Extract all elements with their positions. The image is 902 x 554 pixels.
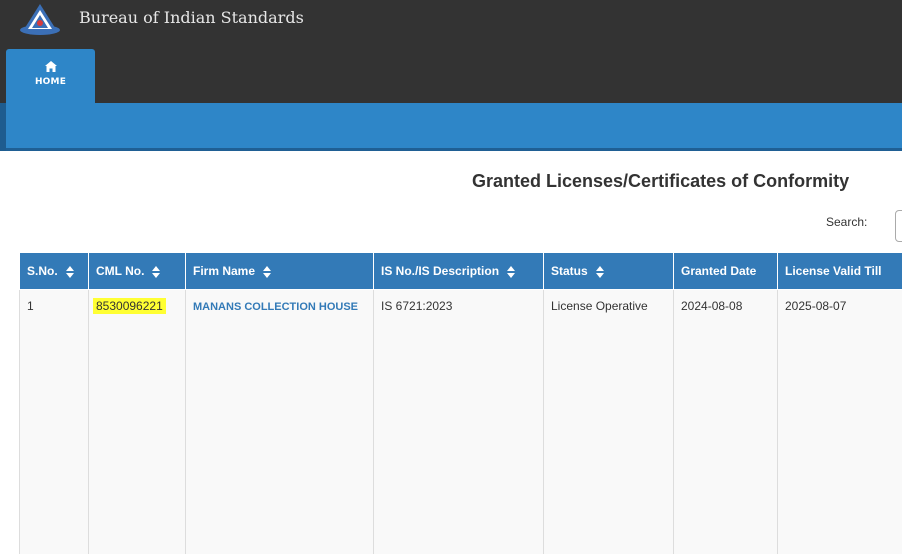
column-header-status[interactable]: Status [544,253,674,290]
firm-name-link[interactable]: MANANS COLLECTION HOUSE [193,301,358,313]
org-name: Bureau of Indian Standards [79,8,304,27]
sort-icon[interactable] [263,266,271,278]
sort-icon[interactable] [66,266,74,278]
column-header-label: CML No. [96,264,144,278]
cml-number-highlight: 8530096221 [93,298,166,314]
column-header-label: License Valid Till [785,264,882,278]
sort-icon[interactable] [596,266,604,278]
sort-icon[interactable] [152,266,160,278]
cell-granted-date: 2024-08-08 [674,290,778,554]
column-header-granted-date: Granted Date [674,253,778,290]
cell-is-no: IS 6721:2023 [374,290,544,554]
top-header-bar: Bureau of Indian Standards HOME [0,0,902,103]
nav-bar [6,103,902,151]
cell-cml-no: 8530096221 [89,290,186,554]
licenses-table: S.No. CML No. Firm Name IS No./IS Descri… [19,252,902,554]
column-header-firm-name[interactable]: Firm Name [186,253,374,290]
cell-firm-name: MANANS COLLECTION HOUSE [186,290,374,554]
column-header-label: Granted Date [681,264,756,278]
column-header-label: Status [551,264,588,278]
page-title: Granted Licenses/Certificates of Conform… [472,171,849,192]
cell-status: License Operative [544,290,674,554]
column-header-is-no[interactable]: IS No./IS Description [374,253,544,290]
nav-home-label: HOME [6,77,95,87]
nav-home-tab[interactable]: HOME [6,49,95,103]
cell-sno: 1 [20,290,89,554]
home-icon [45,61,57,72]
column-header-label: Firm Name [193,264,255,278]
table-row: 1 8530096221 MANANS COLLECTION HOUSE IS … [20,290,902,554]
sort-icon[interactable] [507,266,515,278]
search-label: Search: [826,215,867,229]
column-header-valid-till: License Valid Till [778,253,902,290]
column-header-label: S.No. [27,264,58,278]
column-header-label: IS No./IS Description [381,264,499,278]
column-header-cml-no[interactable]: CML No. [89,253,186,290]
column-header-sno[interactable]: S.No. [20,253,89,290]
table-header-row: S.No. CML No. Firm Name IS No./IS Descri… [20,253,902,290]
cell-valid-till: 2025-08-07 [778,290,902,554]
bis-logo [19,2,61,36]
search-input[interactable] [895,210,902,242]
